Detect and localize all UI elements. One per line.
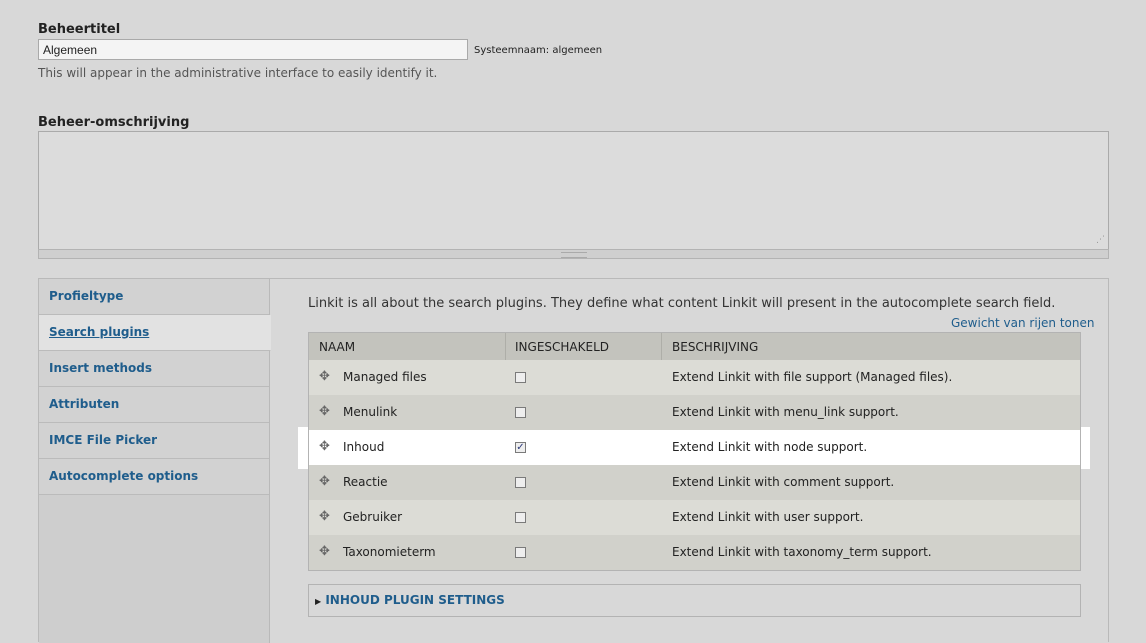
table-row: ✥ Gebruiker Extend Linkit with user supp… bbox=[309, 500, 1080, 535]
plugin-description: Extend Linkit with user support. bbox=[672, 510, 864, 524]
drag-handle-icon[interactable]: ✥ bbox=[319, 545, 332, 558]
inhoud-plugin-settings-fieldset[interactable]: ▶ INHOUD PLUGIN SETTINGS bbox=[308, 584, 1081, 617]
tab-autocomplete-options[interactable]: Autocomplete options bbox=[39, 459, 269, 495]
plugin-name: Reactie bbox=[343, 475, 388, 489]
column-divider bbox=[505, 333, 506, 360]
plugin-description: Extend Linkit with menu_link support. bbox=[672, 405, 899, 419]
show-row-weights-link[interactable]: Gewicht van rijen tonen bbox=[951, 316, 1094, 330]
plugin-name: Taxonomieterm bbox=[343, 545, 436, 559]
drag-handle-icon[interactable]: ✥ bbox=[319, 475, 332, 488]
admin-title-help: This will appear in the administrative i… bbox=[38, 66, 438, 80]
search-plugins-table: NAAM INGESCHAKELD BESCHRIJVING ✥ Managed… bbox=[308, 332, 1081, 571]
admin-title-label: Beheertitel bbox=[38, 22, 121, 37]
plugin-enabled-checkbox[interactable] bbox=[515, 547, 526, 558]
fieldset-legend[interactable]: ▶ INHOUD PLUGIN SETTINGS bbox=[315, 593, 505, 607]
fieldset-legend-label[interactable]: INHOUD PLUGIN SETTINGS bbox=[325, 593, 504, 607]
table-row: ✥ Taxonomieterm Extend Linkit with taxon… bbox=[309, 535, 1080, 570]
search-plugins-intro: Linkit is all about the search plugins. … bbox=[308, 296, 1056, 311]
resize-grip-icon bbox=[561, 252, 587, 258]
plugin-description: Extend Linkit with comment support. bbox=[672, 475, 895, 489]
tab-profieltype[interactable]: Profieltype bbox=[39, 279, 269, 315]
plugin-name: Managed files bbox=[343, 370, 427, 384]
column-divider bbox=[661, 333, 662, 360]
drag-handle-icon[interactable]: ✥ bbox=[319, 510, 332, 523]
plugin-name: Gebruiker bbox=[343, 510, 403, 524]
plugin-enabled-checkbox[interactable]: ✓ bbox=[515, 442, 526, 453]
textarea-resize-grip[interactable] bbox=[38, 249, 1109, 259]
admin-description-textarea[interactable] bbox=[38, 131, 1109, 250]
table-row: ✥ Reactie Extend Linkit with comment sup… bbox=[309, 465, 1080, 500]
admin-description-label: Beheer-omschrijving bbox=[38, 115, 190, 130]
plugin-enabled-checkbox[interactable] bbox=[515, 477, 526, 488]
plugin-name: Menulink bbox=[343, 405, 398, 419]
drag-handle-icon[interactable]: ✥ bbox=[319, 405, 332, 418]
plugin-enabled-checkbox[interactable] bbox=[515, 512, 526, 523]
column-header-ingeschakeld: INGESCHAKELD bbox=[515, 340, 610, 354]
tab-search-plugins[interactable]: Search plugins bbox=[39, 315, 271, 351]
plugin-description: Extend Linkit with node support. bbox=[672, 440, 868, 454]
plugin-description: Extend Linkit with taxonomy_term support… bbox=[672, 545, 932, 559]
drag-handle-icon[interactable]: ✥ bbox=[319, 370, 332, 383]
plugin-enabled-checkbox[interactable] bbox=[515, 407, 526, 418]
plugin-name: Inhoud bbox=[343, 440, 385, 454]
admin-title-input[interactable] bbox=[38, 39, 468, 60]
column-header-beschrijving: BESCHRIJVING bbox=[672, 340, 759, 354]
plugin-enabled-checkbox[interactable] bbox=[515, 372, 526, 383]
tab-insert-methods[interactable]: Insert methods bbox=[39, 351, 269, 387]
column-header-naam: NAAM bbox=[319, 340, 356, 354]
plugin-description: Extend Linkit with file support (Managed… bbox=[672, 370, 953, 384]
triangle-right-icon: ▶ bbox=[315, 597, 322, 606]
drag-handle-icon[interactable]: ✥ bbox=[319, 440, 332, 453]
vertical-tabs-list: Profieltype Search plugins Insert method… bbox=[39, 279, 271, 643]
machine-name-text: Systeemnaam: algemeen bbox=[474, 45, 603, 56]
tab-imce-file-picker[interactable]: IMCE File Picker bbox=[39, 423, 269, 459]
tab-attributen[interactable]: Attributen bbox=[39, 387, 269, 423]
table-row: ✥ Inhoud ✓ Extend Linkit with node suppo… bbox=[309, 430, 1080, 465]
table-row: ✥ Menulink Extend Linkit with menu_link … bbox=[309, 395, 1080, 430]
table-row: ✥ Managed files Extend Linkit with file … bbox=[309, 360, 1080, 395]
resize-corner-icon[interactable]: ⋰ bbox=[1093, 234, 1105, 246]
table-header: NAAM INGESCHAKELD BESCHRIJVING bbox=[309, 333, 1080, 361]
